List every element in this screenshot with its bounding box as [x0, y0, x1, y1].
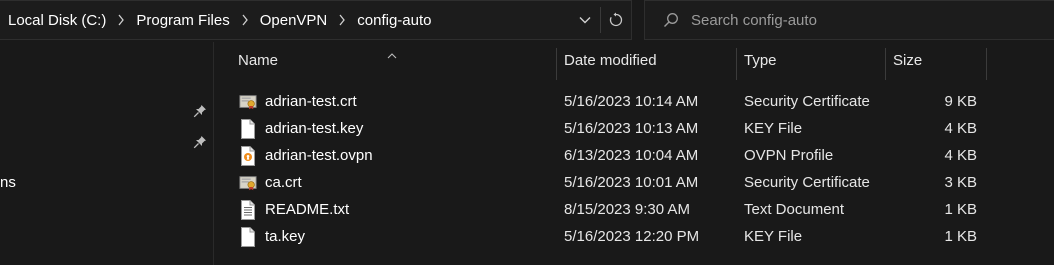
refresh-icon [609, 12, 623, 27]
file-row[interactable]: adrian-test.ovpn 6/13/2023 10:04 AM OVPN… [215, 142, 1054, 169]
file-name: ta.key [265, 228, 306, 245]
blank-file-icon [239, 118, 257, 139]
column-divider[interactable] [986, 48, 987, 80]
file-row[interactable]: README.txt 8/15/2023 9:30 AM Text Docume… [215, 196, 1054, 223]
address-bar-controls [570, 1, 631, 39]
column-header-name[interactable]: Name [238, 42, 278, 79]
file-name-cell: ta.key [239, 223, 305, 250]
file-type: KEY File [744, 120, 803, 137]
file-date: 5/16/2023 12:20 PM [564, 228, 700, 245]
file-type: Security Certificate [744, 174, 870, 191]
column-divider[interactable] [736, 48, 737, 80]
file-size: 1 KB [944, 201, 977, 218]
file-name-cell: adrian-test.crt [239, 88, 357, 115]
column-header-size[interactable]: Size [893, 42, 922, 79]
search-box[interactable]: Search config-auto [644, 0, 1054, 40]
address-bar[interactable]: Local Disk (C:) Program Files OpenVPN co… [0, 0, 632, 40]
search-icon [663, 12, 679, 28]
text-file-icon [239, 199, 257, 220]
file-name-cell: adrian-test.key [239, 115, 363, 142]
file-type: KEY File [744, 228, 803, 245]
pin-icon[interactable] [193, 135, 207, 154]
pin-icon[interactable] [193, 104, 207, 123]
file-date: 8/15/2023 9:30 AM [564, 201, 690, 218]
file-name: adrian-test.crt [265, 93, 357, 110]
breadcrumb-openvpn[interactable]: OpenVPN [260, 12, 328, 29]
column-divider[interactable] [885, 48, 886, 80]
file-name-cell: adrian-test.ovpn [239, 142, 373, 169]
file-row[interactable]: ta.key 5/16/2023 12:20 PM KEY File 1 KB [215, 223, 1054, 250]
certificate-icon [239, 92, 257, 112]
navigation-pane: ns [0, 42, 214, 265]
chevron-right-icon[interactable] [241, 14, 249, 26]
file-type: OVPN Profile [744, 147, 834, 164]
file-name: adrian-test.key [265, 120, 364, 137]
chevron-right-icon[interactable] [117, 14, 125, 26]
file-name: adrian-test.ovpn [265, 147, 373, 164]
column-header-date[interactable]: Date modified [564, 42, 657, 79]
file-name-cell: ca.crt [239, 169, 302, 196]
file-list: Name Date modified Type Size adrian-test… [215, 42, 1054, 265]
chevron-right-icon[interactable] [338, 14, 346, 26]
file-name: README.txt [265, 201, 350, 218]
refresh-button[interactable] [601, 1, 631, 39]
top-bar: Local Disk (C:) Program Files OpenVPN co… [0, 0, 1054, 42]
file-size: 9 KB [944, 93, 977, 110]
file-size: 4 KB [944, 120, 977, 137]
file-row[interactable]: adrian-test.crt 5/16/2023 10:14 AM Secur… [215, 88, 1054, 115]
file-row[interactable]: ca.crt 5/16/2023 10:01 AM Security Certi… [215, 169, 1054, 196]
file-type: Security Certificate [744, 93, 870, 110]
search-input[interactable]: Search config-auto [691, 12, 817, 29]
chevron-down-icon [579, 17, 591, 24]
file-size: 1 KB [944, 228, 977, 245]
sort-ascending-icon [387, 46, 397, 64]
file-date: 5/16/2023 10:13 AM [564, 120, 699, 137]
file-date: 5/16/2023 10:01 AM [564, 174, 699, 191]
file-name: ca.crt [265, 174, 302, 191]
nav-item-label[interactable]: ns [0, 174, 16, 191]
column-divider[interactable] [556, 48, 557, 80]
column-header-row: Name Date modified Type Size [215, 42, 1054, 80]
file-name-cell: README.txt [239, 196, 349, 223]
breadcrumb-program-files[interactable]: Program Files [136, 12, 229, 29]
column-header-type[interactable]: Type [744, 42, 777, 79]
file-date: 5/16/2023 10:14 AM [564, 93, 699, 110]
address-history-dropdown[interactable] [570, 1, 600, 39]
breadcrumb-local-disk[interactable]: Local Disk (C:) [8, 12, 106, 29]
breadcrumb-config-auto[interactable]: config-auto [357, 12, 431, 29]
ovpn-file-icon [239, 145, 257, 166]
file-date: 6/13/2023 10:04 AM [564, 147, 699, 164]
blank-file-icon [239, 226, 257, 247]
file-size: 3 KB [944, 174, 977, 191]
file-row[interactable]: adrian-test.key 5/16/2023 10:13 AM KEY F… [215, 115, 1054, 142]
certificate-icon [239, 173, 257, 193]
file-size: 4 KB [944, 147, 977, 164]
file-type: Text Document [744, 201, 845, 218]
